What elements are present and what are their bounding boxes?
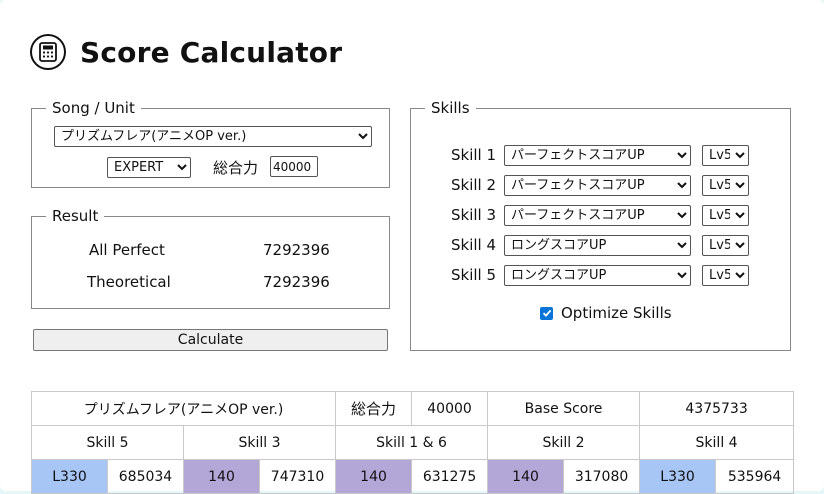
- power-label: 総合力: [213, 159, 259, 177]
- skill-3-select[interactable]: パーフェクトスコアUP: [504, 205, 691, 226]
- difficulty-select[interactable]: EXPERT: [107, 157, 191, 178]
- skill-4-select[interactable]: ロングスコアUP: [504, 235, 691, 256]
- order-skill-tag: L330: [31, 459, 108, 494]
- summary-base-value: 4375733: [639, 391, 795, 426]
- optimize-skills-row[interactable]: Optimize Skills: [540, 304, 672, 322]
- result-value-theoretical: 7292396: [263, 273, 330, 291]
- calculate-button[interactable]: Calculate: [33, 329, 388, 351]
- order-skill-name: Skill 2: [487, 425, 641, 460]
- summary-song: プリズムフレア(アニメOP ver.): [30, 391, 337, 426]
- skill-3-level-select[interactable]: Lv5: [702, 205, 749, 226]
- skills-legend: Skills: [431, 99, 470, 117]
- checkmark-icon: [542, 309, 551, 317]
- order-skill-name: Skill 1 & 6: [335, 425, 489, 460]
- order-skill-score: 747310: [258, 459, 337, 494]
- summary-power-label: 総合力: [335, 391, 413, 426]
- summary-skill-order-row: Skill 5 Skill 3 Skill 1 & 6 Skill 2 Skil…: [31, 425, 795, 460]
- order-skill-score: 535964: [715, 459, 795, 494]
- skill-5-label: Skill 5: [451, 266, 497, 284]
- skill-2-select[interactable]: パーフェクトスコアUP: [504, 175, 691, 196]
- order-skill-tag: 140: [183, 459, 260, 494]
- skill-4-level-select[interactable]: Lv5: [702, 235, 749, 256]
- order-skill-score: 685034: [107, 459, 184, 494]
- song-select[interactable]: プリズムフレア(アニメOP ver.): [54, 126, 372, 147]
- result-label-theoretical: Theoretical: [87, 273, 171, 291]
- skill-5-select[interactable]: ロングスコアUP: [504, 265, 691, 286]
- skill-1-level-select[interactable]: Lv5: [702, 145, 749, 166]
- skill-3-label: Skill 3: [451, 206, 497, 224]
- page-title: Score Calculator: [80, 35, 343, 69]
- summary-table: プリズムフレア(アニメOP ver.) 総合力 40000 Base Score…: [30, 391, 795, 494]
- order-skill-name: Skill 4: [639, 425, 795, 460]
- order-skill-name: Skill 3: [182, 425, 337, 460]
- song-unit-legend: Song / Unit: [52, 99, 135, 117]
- result-panel: Result: [31, 207, 390, 309]
- summary-score-row: L330 685034 140 747310 140 631275 140 31…: [31, 459, 795, 494]
- order-skill-score: 631275: [411, 459, 489, 494]
- result-legend: Result: [52, 207, 99, 225]
- skill-4-label: Skill 4: [451, 236, 497, 254]
- skill-2-level-select[interactable]: Lv5: [702, 175, 749, 196]
- power-input[interactable]: [270, 156, 318, 177]
- skill-1-select[interactable]: パーフェクトスコアUP: [504, 145, 691, 166]
- result-label-all-perfect: All Perfect: [89, 241, 165, 259]
- order-skill-tag: 140: [487, 459, 565, 494]
- optimize-skills-checkbox[interactable]: [540, 306, 553, 320]
- skill-2-label: Skill 2: [451, 176, 497, 194]
- order-skill-tag: L330: [639, 459, 717, 494]
- optimize-skills-label: Optimize Skills: [561, 304, 672, 322]
- summary-base-label: Base Score: [487, 391, 641, 426]
- calculator-icon: [30, 34, 66, 70]
- header: Score Calculator: [30, 32, 342, 72]
- summary-header-row: プリズムフレア(アニメOP ver.) 総合力 40000 Base Score…: [30, 391, 795, 426]
- order-skill-score: 317080: [563, 459, 641, 494]
- skill-5-level-select[interactable]: Lv5: [702, 265, 749, 286]
- order-skill-tag: 140: [335, 459, 413, 494]
- order-skill-name: Skill 5: [31, 425, 184, 460]
- skill-1-label: Skill 1: [451, 146, 497, 164]
- summary-power-value: 40000: [411, 391, 489, 426]
- result-value-all-perfect: 7292396: [263, 241, 330, 259]
